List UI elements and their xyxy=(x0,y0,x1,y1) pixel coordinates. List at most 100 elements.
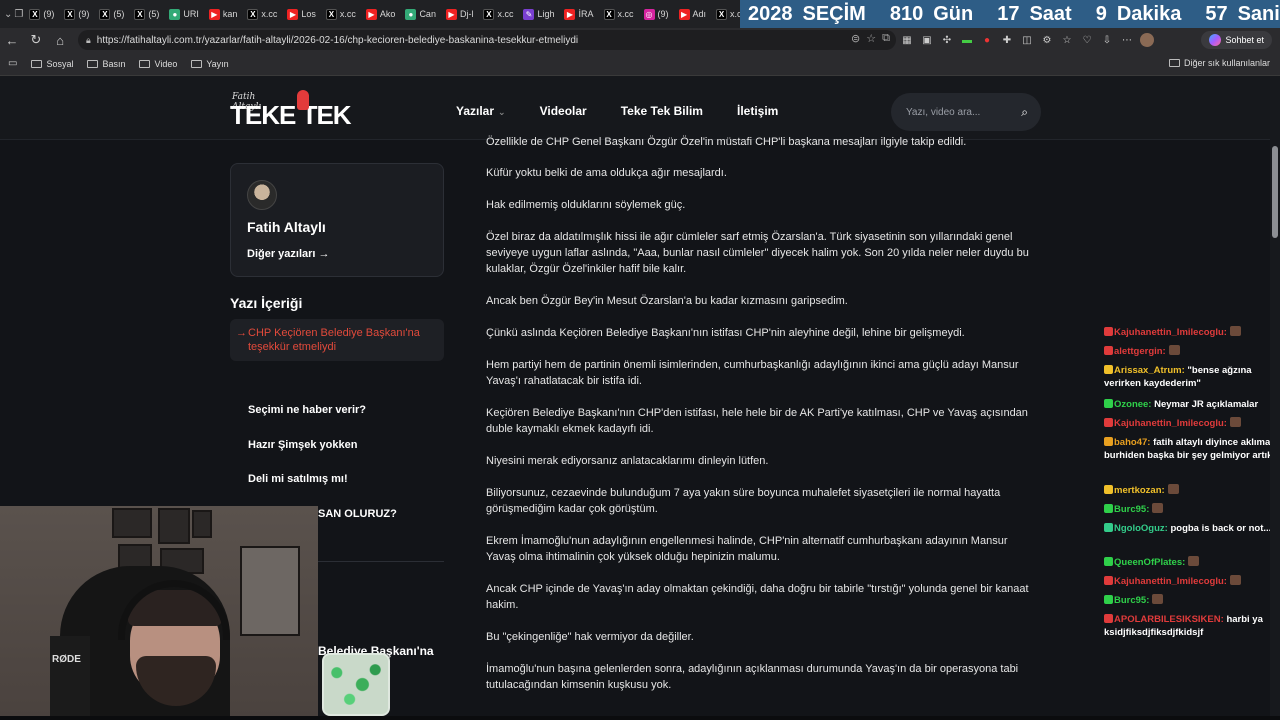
chat-message: alettgergin: xyxy=(1104,345,1276,358)
chat-username: Burc95: xyxy=(1114,595,1150,606)
tab-label: x.cc xyxy=(617,9,634,19)
browser-tab[interactable]: X (9) xyxy=(25,3,58,25)
bookmark-folder-basin[interactable]: Basın xyxy=(87,59,125,69)
bookmark-label: Yayın xyxy=(206,58,229,69)
author-name[interactable]: Fatih Altaylı xyxy=(247,219,326,235)
site-search[interactable]: Yazı, video ara... ⌕ xyxy=(891,93,1041,131)
browser-tab[interactable]: ◎ (9) xyxy=(640,3,673,25)
toc-item-active[interactable]: → CHP Keçiören Belediye Başkanı'na teşek… xyxy=(230,319,444,361)
other-article-link[interactable]: Deli mi satılmış mı! xyxy=(248,473,397,508)
article-paragraph: Ancak ben Özgür Bey'in Mesut Özarslan'a … xyxy=(486,295,848,307)
address-bar[interactable]: 🔒︎ https://fatihaltayli.com.tr/yazarlar/… xyxy=(78,30,896,50)
chat-message: APOLARBILESIKSIKEN: harbi ya ksidjfiksdj… xyxy=(1104,613,1276,639)
article-paragraph: Bu "çekingenliğe" hak vermiyor da değill… xyxy=(486,631,694,643)
arrow-right-icon: → xyxy=(236,327,247,339)
bookmark-folder-yayin[interactable]: Yayın xyxy=(191,58,229,69)
chat-badge-icon xyxy=(1104,485,1113,494)
tab-label: (9) xyxy=(78,9,90,19)
site-info-icon[interactable]: 🔒︎ xyxy=(86,35,91,46)
other-favorites[interactable]: Diğer sık kullanılanlar xyxy=(1168,58,1270,68)
page-scrollbar[interactable] xyxy=(1270,76,1280,720)
browser-tab[interactable]: ▶ Dj-l xyxy=(442,3,478,25)
other-article-link[interactable]: Hazır Şimşek yokken xyxy=(248,439,397,474)
profile-avatar[interactable] xyxy=(1140,33,1154,47)
extension-icon[interactable]: ● xyxy=(980,33,994,47)
article-paragraph: Ancak CHP içinde de Yavaş'ın aday olmakt… xyxy=(486,583,1029,611)
refresh-icon[interactable]: ↻ xyxy=(24,28,48,52)
tab-menu-icon[interactable]: ⌄ xyxy=(4,5,12,23)
x-icon: X xyxy=(247,8,259,20)
browser-tab[interactable]: X (5) xyxy=(130,3,163,25)
countdown-hours-label: Saat xyxy=(1029,2,1072,25)
back-icon[interactable]: ← xyxy=(0,28,24,52)
browser-tab[interactable]: ▶ İRA xyxy=(560,3,597,25)
wall-photo xyxy=(158,508,190,544)
chevron-down-icon: ⌄ xyxy=(498,107,506,117)
author-avatar[interactable] xyxy=(247,180,277,210)
extensions-icon[interactable]: ⚙ xyxy=(1040,33,1054,47)
nav-iletisim[interactable]: İletişim xyxy=(737,104,778,118)
browser-tab[interactable]: ● Can xyxy=(401,3,440,25)
browser-tab[interactable]: Xx.cc xyxy=(243,3,281,25)
browser-tab[interactable]: ✎ Ligh xyxy=(519,3,558,25)
bottom-edge xyxy=(0,716,1280,720)
split-screen-icon[interactable]: ◫ xyxy=(1020,33,1034,47)
browser-tab[interactable]: ▶ Ako xyxy=(362,3,400,25)
nav-label: Yazılar xyxy=(456,104,495,118)
tab-label: (5) xyxy=(113,9,125,19)
browser-tab[interactable]: X (9) xyxy=(60,3,93,25)
browser-tab[interactable]: ▶ Adı xyxy=(675,3,711,25)
more-icon[interactable]: ⋯ xyxy=(1120,33,1134,47)
extension-icon[interactable]: ▬ xyxy=(960,33,974,47)
home-icon[interactable]: ⌂ xyxy=(48,28,72,52)
favorite-star-icon[interactable]: ☆ xyxy=(866,32,876,45)
extension-icon[interactable]: ▣ xyxy=(920,33,934,47)
puzzle-icon[interactable]: ✚ xyxy=(1000,33,1014,47)
browser-tab[interactable]: Xx.cc xyxy=(322,3,360,25)
x-icon: X xyxy=(64,8,76,20)
copilot-chat-button[interactable]: Sohbet et xyxy=(1201,31,1272,49)
x-icon: X xyxy=(603,8,615,20)
countdown-year: 2028 xyxy=(748,2,793,25)
bookmark-folder-sosyal[interactable]: Sosyal xyxy=(31,59,73,69)
nav-videolar[interactable]: Videolar xyxy=(540,104,587,118)
x-icon: X xyxy=(99,8,111,20)
youtube-icon: ▶ xyxy=(208,8,220,20)
bookmarks-bar: ▭ Sosyal Basın Video Yayın Diğer sık kul… xyxy=(0,52,1280,76)
url-text[interactable]: https://fatihaltayli.com.tr/yazarlar/fat… xyxy=(97,35,578,46)
collections-icon[interactable]: ⧉ xyxy=(882,32,890,45)
browser-tab[interactable]: X (5) xyxy=(95,3,128,25)
microphone-icon xyxy=(297,90,309,110)
author-more-link[interactable]: Diğer yazıları → xyxy=(247,248,330,260)
extension-icon[interactable]: ✣ xyxy=(940,33,954,47)
chat-emote-icon xyxy=(1167,484,1179,494)
favorites-icon[interactable]: ☆ xyxy=(1060,33,1074,47)
tab-label: x.cc xyxy=(497,9,514,19)
tab-label: Adı xyxy=(692,9,707,19)
chat-username: Ozonee: xyxy=(1114,399,1152,410)
bookmarks-toggle-icon[interactable]: ▭ xyxy=(8,58,17,69)
bookmark-folder-video[interactable]: Video xyxy=(139,59,177,69)
extension-icon[interactable]: ▦ xyxy=(900,33,914,47)
article-paragraph: İmamoğlu'nun başına gelenlerden sonra, a… xyxy=(486,663,1019,691)
browser-tab[interactable]: Xx.cc xyxy=(600,3,638,25)
browser-tab[interactable]: ▶ kan xyxy=(205,3,242,25)
other-article-link[interactable]: Seçimi ne haber verir? xyxy=(248,404,397,439)
tab-list: ⌄ ❐ X (9) X (9) X (5) X (5) ● URI ▶ kan Xx.cc ▶ Los Xx.… xyxy=(0,0,740,28)
browser-tab[interactable]: Xx.cc xyxy=(479,3,517,25)
browser-tab[interactable]: Xx.cc xyxy=(712,3,740,25)
scrollbar-thumb[interactable] xyxy=(1272,146,1278,238)
chat-badge-icon xyxy=(1104,418,1113,427)
reader-icon[interactable]: ⊜ xyxy=(851,32,860,45)
chat-badge-icon xyxy=(1104,346,1113,355)
microphone-stand xyxy=(50,636,90,720)
search-icon[interactable]: ⌕ xyxy=(1021,105,1028,120)
nav-yazilar[interactable]: Yazılar ⌄ xyxy=(456,104,506,118)
browser-tab[interactable]: ● URI xyxy=(165,3,203,25)
workspaces-icon[interactable]: ❐ xyxy=(14,5,23,23)
nav-teke-tek-bilim[interactable]: Teke Tek Bilim xyxy=(621,104,703,118)
downloads-icon[interactable]: ⇩ xyxy=(1100,33,1114,47)
heart-icon[interactable]: ♡ xyxy=(1080,33,1094,47)
other-favorites-label: Diğer sık kullanılanlar xyxy=(1183,58,1270,68)
browser-tab[interactable]: ▶ Los xyxy=(283,3,320,25)
